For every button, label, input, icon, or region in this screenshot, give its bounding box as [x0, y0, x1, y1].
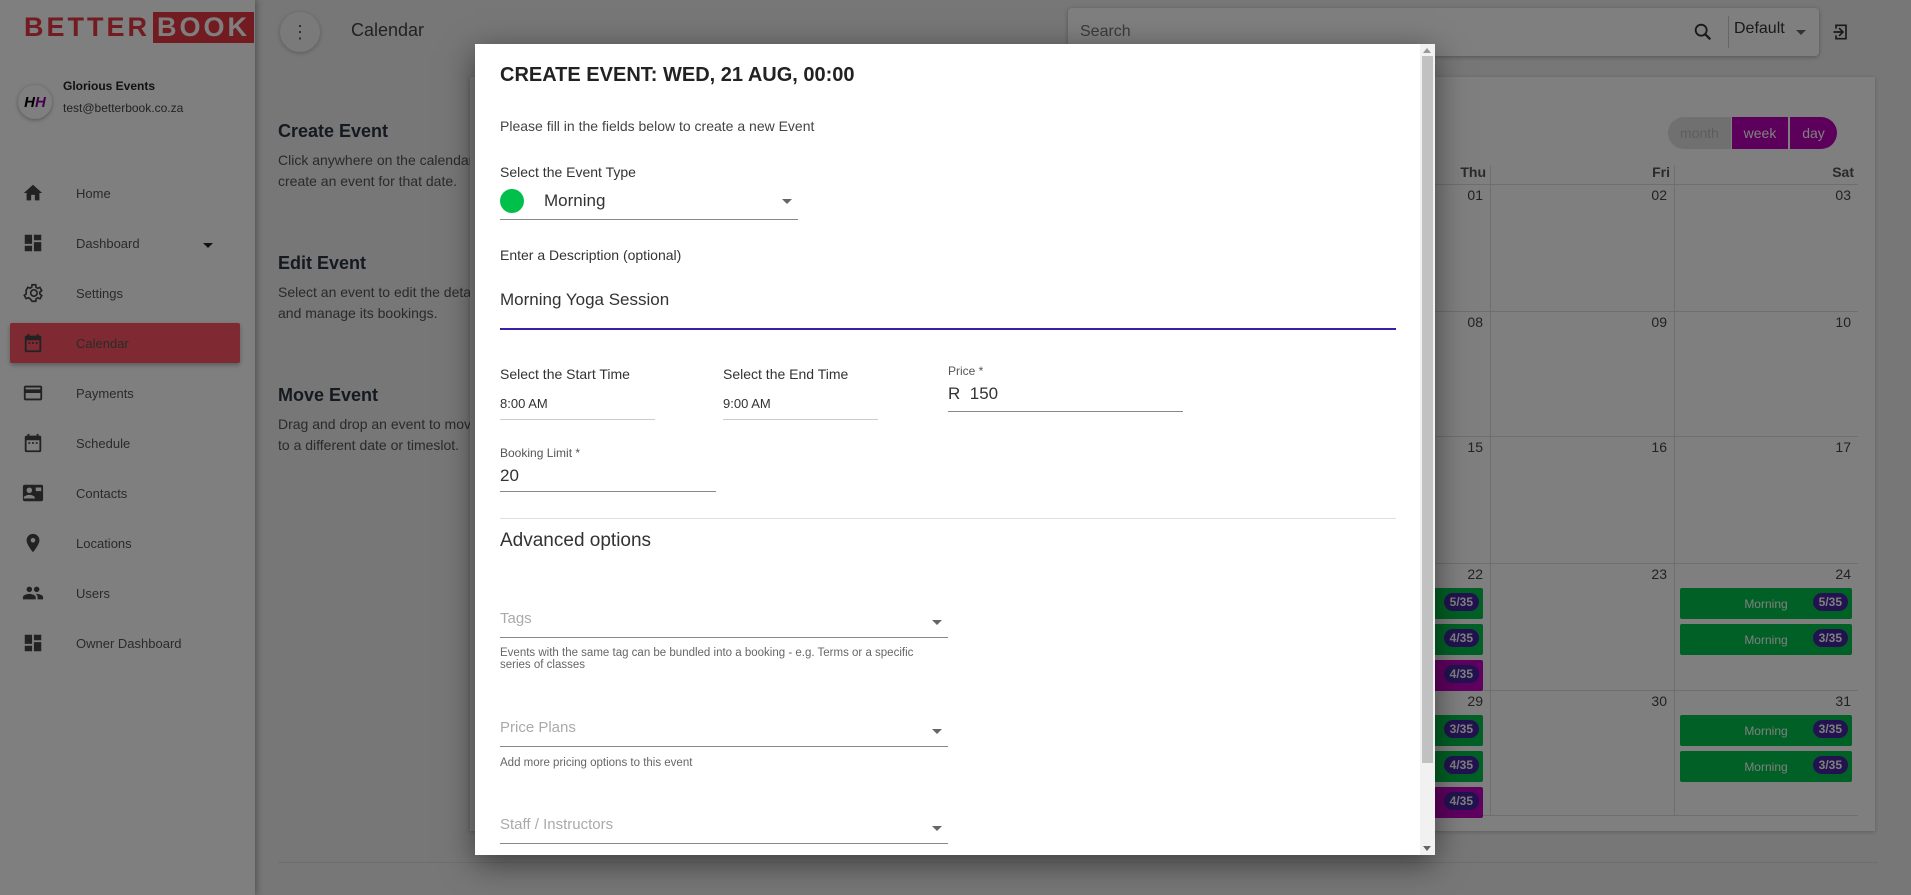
- chevron-down-icon: [782, 199, 792, 204]
- price-plans-helper: Add more pricing options to this event: [500, 757, 693, 769]
- scroll-down-icon[interactable]: [1423, 846, 1431, 851]
- tags-helper: Events with the same tag can be bundled …: [500, 647, 914, 671]
- price-plans-select[interactable]: Price Plans: [500, 719, 948, 747]
- dialog-title: CREATE EVENT: WED, 21 AUG, 00:00: [500, 64, 855, 86]
- event-type-select[interactable]: Morning: [500, 188, 798, 220]
- create-event-dialog: CREATE EVENT: WED, 21 AUG, 00:00 Please …: [475, 44, 1435, 855]
- scrollbar-thumb[interactable]: [1422, 56, 1433, 763]
- scroll-up-icon[interactable]: [1423, 48, 1431, 53]
- staff-placeholder: Staff / Instructors: [500, 816, 614, 833]
- staff-select[interactable]: Staff / Instructors: [500, 816, 948, 844]
- chevron-down-icon: [932, 729, 942, 734]
- advanced-options-heading[interactable]: Advanced options: [500, 530, 651, 552]
- currency-prefix: R: [948, 384, 961, 403]
- event-type-label: Select the Event Type: [500, 164, 636, 180]
- description-input[interactable]: [500, 282, 1396, 330]
- tags-select[interactable]: Tags: [500, 610, 948, 638]
- dialog-subtitle: Please fill in the fields below to creat…: [500, 118, 815, 134]
- tags-placeholder: Tags: [500, 610, 532, 627]
- start-time-label: Select the Start Time: [500, 366, 630, 382]
- dialog-scrollbar[interactable]: [1420, 44, 1435, 855]
- event-type-value: Morning: [544, 191, 606, 210]
- booking-limit-label: Booking Limit *: [500, 446, 581, 460]
- end-time-input[interactable]: 9:00 AM: [723, 396, 878, 420]
- booking-limit-input[interactable]: 20: [500, 466, 716, 492]
- chevron-down-icon: [932, 826, 942, 831]
- divider: [500, 518, 1396, 519]
- price-plans-placeholder: Price Plans: [500, 719, 576, 736]
- price-value: 150: [969, 384, 999, 403]
- chevron-down-icon: [932, 620, 942, 625]
- description-label: Enter a Description (optional): [500, 247, 682, 263]
- end-time-label: Select the End Time: [723, 366, 849, 382]
- start-time-input[interactable]: 8:00 AM: [500, 396, 655, 420]
- price-label: Price *: [948, 364, 984, 378]
- event-color-dot: [500, 189, 524, 213]
- price-input[interactable]: R 150: [948, 384, 1183, 412]
